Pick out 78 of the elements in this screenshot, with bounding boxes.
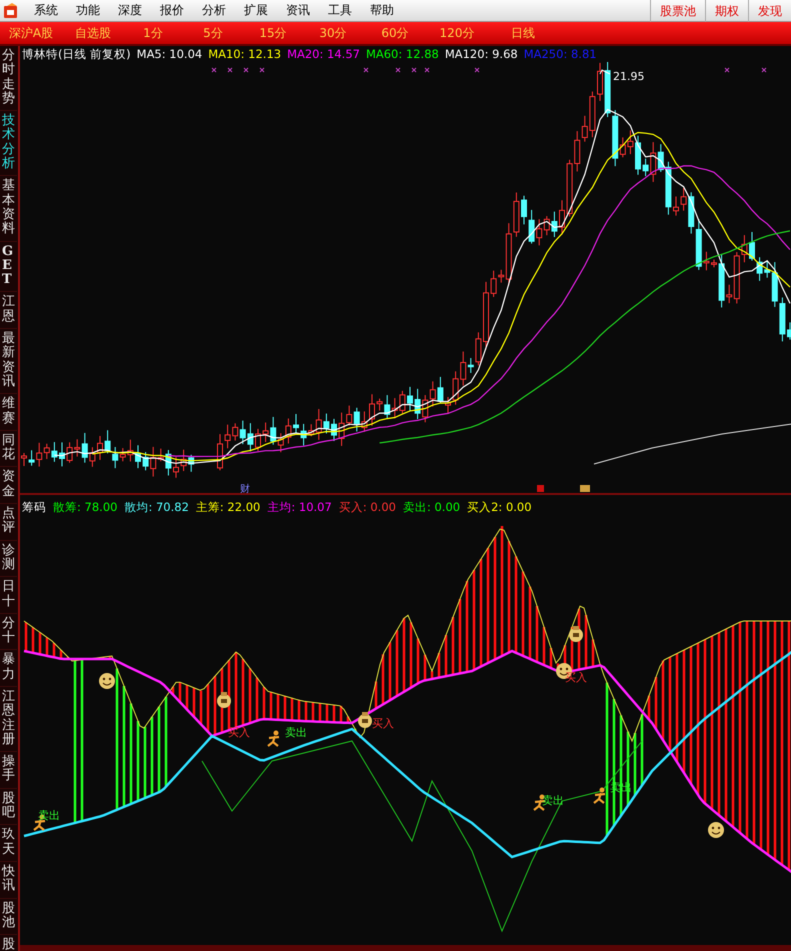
side-tab[interactable]: 资金 (0, 467, 17, 504)
side-tab[interactable]: 诊测 (0, 540, 17, 578)
cross-mark-icon (762, 68, 766, 72)
cross-mark-icon (424, 68, 430, 72)
indicator-value: 卖出: 0.00 (402, 500, 460, 514)
money-bag-icon (217, 692, 231, 708)
chart-title: 博林特(日线 前复权) (22, 46, 131, 62)
peak-leader-line (600, 69, 610, 74)
side-tab[interactable]: 维赛 (0, 394, 17, 431)
side-tab[interactable]: 同花 (0, 430, 17, 468)
signal-label: 买入 (565, 671, 587, 684)
side-tab[interactable]: 江恩注册 (0, 686, 17, 752)
menu-item[interactable]: 功能 (67, 2, 109, 19)
side-tab[interactable]: 股 (0, 935, 17, 951)
side-tab[interactable]: 基本资料 (0, 176, 17, 242)
indicator-value: 散均: 70.82 (124, 500, 189, 514)
money-bag-icon (569, 626, 583, 642)
menu-item[interactable]: 资讯 (277, 2, 319, 19)
menu-item[interactable]: 帮助 (361, 2, 403, 19)
chart-title: 筹码 (22, 500, 46, 514)
indicator-value: 散筹: 78.00 (53, 500, 118, 514)
cross-mark-icon (244, 68, 248, 72)
cross-mark-icon (212, 68, 216, 72)
ma-value: MA10: 12.13 (208, 47, 282, 61)
indicator-value: 主均: 10.07 (267, 500, 332, 514)
running-figure-icon (266, 730, 280, 748)
money-bag-icon (358, 712, 372, 728)
ma-value: MA20: 14.57 (287, 47, 360, 61)
cross-mark-icon (260, 68, 264, 72)
smiley-icon (708, 822, 724, 838)
ma-value: MA250: 8.81 (524, 47, 597, 61)
cross-mark-icon (474, 68, 480, 72)
period-tab[interactable]: 120分 (426, 24, 488, 42)
side-tab[interactable]: 江恩 (0, 292, 17, 330)
side-tab[interactable]: GET (0, 242, 17, 292)
side-tab[interactable]: 点评 (0, 504, 17, 541)
cross-mark-icon (364, 68, 368, 72)
ma-value: MA5: 10.04 (136, 47, 202, 61)
side-tab[interactable]: 股池 (0, 898, 17, 936)
smiley-icon (99, 673, 115, 689)
menu-item[interactable]: 分析 (193, 2, 235, 19)
signal-label: 卖出 (542, 794, 564, 807)
signal-label: 卖出 (38, 809, 60, 822)
menu-item[interactable]: 扩展 (235, 2, 277, 19)
menu-item[interactable]: 工具 (319, 2, 361, 19)
period-tab[interactable]: 1分 (124, 24, 182, 42)
event-flag-icon (537, 485, 544, 492)
cross-mark-icon (228, 68, 232, 72)
side-tab[interactable]: 分十 (0, 614, 17, 650)
menu-item[interactable]: 报价 (151, 2, 193, 19)
cross-mark-icon (412, 68, 416, 72)
signal-label: 卖出 (285, 726, 307, 739)
side-tab[interactable]: 暴力 (0, 650, 17, 687)
indicator-value: 买入: 0.00 (338, 500, 396, 514)
period-tab[interactable]: 日线 (488, 24, 558, 42)
side-tab[interactable]: 最新资讯 (0, 329, 17, 394)
ma-value: MA120: 9.68 (444, 47, 518, 61)
side-tab[interactable]: 分时走势 (0, 46, 17, 112)
side-tab[interactable]: 玖天 (0, 825, 17, 862)
event-marker: 财 (240, 484, 250, 493)
side-tab[interactable]: 操手 (0, 752, 17, 789)
indicator-value: 主筹: 22.00 (196, 500, 260, 514)
peak-price-label: 21.95 (613, 70, 644, 83)
running-figure-icon (592, 788, 606, 804)
side-tab[interactable]: 技术分析 (0, 111, 17, 176)
indicator-value: 买入2: 0.00 (467, 500, 532, 514)
signal-label: 买入 (372, 717, 394, 730)
side-tab[interactable]: 快讯 (0, 862, 17, 899)
menu-item[interactable]: 深度 (109, 2, 151, 19)
ma-value: MA60: 12.88 (366, 47, 439, 61)
cross-mark-icon (724, 68, 730, 72)
side-tab[interactable]: 日十 (0, 577, 17, 614)
side-tab[interactable]: 股吧 (0, 788, 17, 826)
menu-item[interactable]: 系统 (25, 2, 67, 19)
signal-label: 买入 (228, 726, 250, 739)
cross-mark-icon (396, 68, 400, 72)
event-flag-icon (580, 485, 590, 492)
app-logo-icon[interactable] (3, 2, 19, 18)
